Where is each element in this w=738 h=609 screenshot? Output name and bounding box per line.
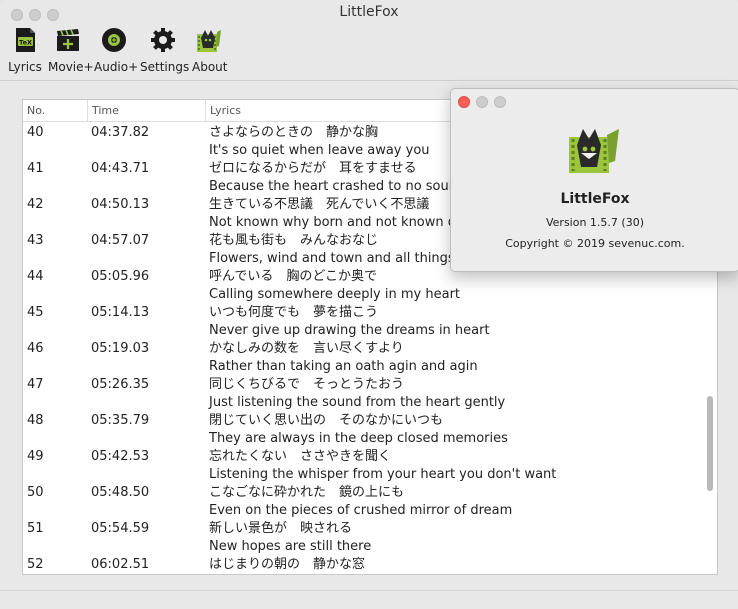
- cell-no: 41: [27, 161, 44, 176]
- window-controls: [11, 6, 65, 25]
- cell-en: Calling somewhere deeply in my heart: [209, 287, 461, 302]
- cell-time: 04:37.82: [91, 125, 150, 140]
- table-row[interactable]: 47 05:26.35 同じくちびるで そっとうたおう Just listening …: [23, 376, 717, 412]
- table-row[interactable]: 49 05:42.53 忘れたくない ささやきを聞く Listening the wh…: [23, 448, 717, 484]
- table-row[interactable]: 44 05:05.96 呼んでいる 胸のどこか奥で Calling somewhere…: [23, 268, 717, 304]
- cell-no: 52: [27, 557, 44, 572]
- cell-time: 05:19.03: [91, 341, 150, 356]
- about-dialog: LittleFox Version 1.5.7 (30) Copyright ©…: [450, 88, 738, 272]
- cell-time: 05:05.96: [91, 269, 150, 284]
- lyrics-label: Lyrics: [8, 60, 42, 74]
- cell-jp: ゼロになるからだが 耳をすませる: [209, 161, 417, 176]
- settings-label: Settings: [140, 60, 190, 74]
- cell-no: 50: [27, 485, 44, 500]
- table-row[interactable]: 50 05:48.50 こなごなに砕かれた 鏡の上にも Even on the pie…: [23, 484, 717, 520]
- cell-time: 05:14.13: [91, 305, 150, 320]
- cell-no: 51: [27, 521, 44, 536]
- lyrics-button[interactable]: TeX Lyrics: [8, 26, 42, 74]
- about-app-name: LittleFox: [560, 191, 630, 207]
- cell-en: Never give up drawing the dreams in hear…: [209, 323, 490, 338]
- table-row[interactable]: 52 06:02.51 はじまりの朝の 静かな窓: [23, 556, 717, 574]
- zoom-button[interactable]: [47, 9, 59, 21]
- about-button[interactable]: About: [192, 26, 228, 74]
- cell-jp: 生きている不思議 死んでいく不思議: [209, 197, 430, 212]
- cell-no: 45: [27, 305, 44, 320]
- fox-app-icon: [197, 30, 221, 52]
- cell-jp: こなごなに砕かれた 鏡の上にも: [209, 485, 405, 500]
- cell-en: It's so quiet when leave away you: [209, 143, 430, 158]
- toolbar: TeX Lyrics Movie+ Audio+ Settings About: [0, 26, 738, 76]
- vertical-scrollbar[interactable]: [707, 396, 713, 491]
- dialog-minimize-button[interactable]: [476, 96, 488, 108]
- cell-jp: かなしみの数を 言い尽くすより: [209, 341, 404, 356]
- about-copyright: Copyright © 2019 sevenuc.com.: [505, 237, 685, 250]
- cell-jp: はじまりの朝の 静かな窓: [209, 557, 366, 572]
- cell-no: 47: [27, 377, 44, 392]
- cell-time: 05:26.35: [91, 377, 150, 392]
- dialog-close-button[interactable]: [458, 96, 470, 108]
- cell-jp: いつも何度でも 夢を描こう: [209, 305, 379, 320]
- about-version: Version 1.5.7 (30): [545, 216, 644, 229]
- close-button[interactable]: [11, 9, 23, 21]
- cell-jp: さよならのときの 静かな胸: [209, 125, 379, 140]
- cell-en: Rather than taking an oath agin and agin: [209, 359, 478, 374]
- cell-en: Not known why born and not known dyin: [209, 215, 476, 230]
- cell-time: 05:48.50: [91, 485, 150, 500]
- audio-plus-label: Audio+: [94, 60, 139, 74]
- cell-en: New hopes are still there: [209, 539, 372, 554]
- window-title: LittleFox: [339, 4, 399, 20]
- cell-en: Listening the whisper from your heart yo…: [209, 467, 557, 482]
- cell-jp: 呼んでいる 胸のどこか奥で: [209, 269, 377, 284]
- cell-no: 48: [27, 413, 44, 428]
- cell-en: Because the heart crashed to no sound: [209, 179, 466, 194]
- table-row[interactable]: 46 05:19.03 かなしみの数を 言い尽くすより Rather than tak…: [23, 340, 717, 376]
- svg-text:TeX: TeX: [19, 38, 32, 46]
- table-row[interactable]: 45 05:14.13 いつも何度でも 夢を描こう Never give up dra…: [23, 304, 717, 340]
- cell-en: Flowers, wind and town and all things of: [209, 251, 472, 266]
- fox-app-icon: [569, 129, 619, 173]
- column-header-time[interactable]: Time: [87, 100, 202, 121]
- gear-icon: [151, 28, 175, 52]
- bottom-divider: [0, 590, 738, 591]
- cell-en: They are always in the deep closed memor…: [209, 431, 508, 446]
- cell-jp: 花も風も街も みんなおなじ: [209, 233, 379, 248]
- cell-time: 05:54.59: [91, 521, 150, 536]
- clapperboard-icon: [57, 29, 79, 51]
- cell-jp: 閉じていく思い出の そのなかにいつも: [209, 413, 444, 428]
- movie-plus-label: Movie+: [48, 60, 94, 74]
- cell-jp: 新しい景色が 映される: [209, 521, 353, 536]
- movie-plus-button[interactable]: Movie+: [48, 26, 94, 74]
- cell-jp: 同じくちびるで そっとうたおう: [209, 377, 405, 392]
- cell-no: 43: [27, 233, 44, 248]
- cell-no: 40: [27, 125, 44, 140]
- table-row[interactable]: 51 05:54.59 新しい景色が 映される New hopes are still…: [23, 520, 717, 556]
- cell-jp: 忘れたくない ささやきを聞く: [209, 449, 392, 464]
- column-header-no[interactable]: No.: [23, 100, 87, 121]
- dialog-window-controls: [458, 93, 512, 112]
- cell-time: 05:35.79: [91, 413, 150, 428]
- minimize-button[interactable]: [29, 9, 41, 21]
- cell-no: 44: [27, 269, 44, 284]
- toolbar-divider: [0, 80, 738, 81]
- cell-no: 46: [27, 341, 44, 356]
- cell-time: 06:02.51: [91, 557, 150, 572]
- cell-no: 49: [27, 449, 44, 464]
- cell-time: 04:57.07: [91, 233, 150, 248]
- cell-en: Just listening the sound from the heart …: [209, 395, 506, 410]
- cell-time: 04:43.71: [91, 161, 150, 176]
- audio-plus-button[interactable]: Audio+: [94, 26, 139, 74]
- cell-en: Even on the pieces of crushed mirror of …: [209, 503, 513, 518]
- dialog-zoom-button[interactable]: [494, 96, 506, 108]
- table-row[interactable]: 48 05:35.79 閉じていく思い出の そのなかにいつも They are alw…: [23, 412, 717, 448]
- cell-time: 04:50.13: [91, 197, 150, 212]
- cell-time: 05:42.53: [91, 449, 150, 464]
- cd-disc-icon: [102, 28, 126, 52]
- about-label: About: [192, 60, 228, 74]
- cell-no: 42: [27, 197, 44, 212]
- settings-button[interactable]: Settings: [140, 26, 190, 74]
- title-bar[interactable]: LittleFox: [0, 0, 738, 24]
- lyrics-file-icon: TeX: [16, 28, 35, 52]
